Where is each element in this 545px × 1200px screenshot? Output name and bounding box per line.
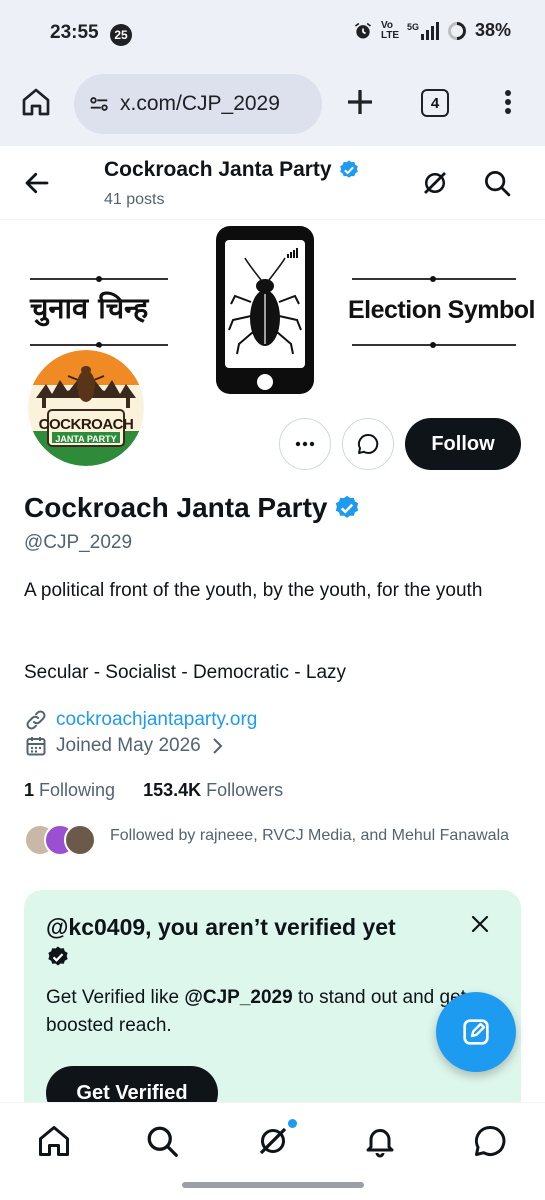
calendar-icon (26, 737, 46, 756)
avatar-image: COCKROACH JANTA PARTY (28, 350, 144, 466)
unread-dot (288, 1119, 297, 1128)
battery-icon (448, 21, 466, 40)
site-settings-icon[interactable] (88, 93, 110, 115)
chevron-right-icon (213, 738, 223, 754)
more-horiz-icon (295, 441, 315, 447)
banner-dot (430, 276, 436, 282)
url-text[interactable]: x.com/CJP_2029 (120, 92, 280, 116)
gesture-bar[interactable] (182, 1182, 364, 1188)
volte-indicator: Vo LTE (380, 19, 400, 41)
profile-header-bar: Cockroach Janta Party 41 posts (0, 146, 545, 220)
verify-card-description: Get Verified like @CJP_2029 to stand out… (46, 987, 466, 1036)
compose-post-button[interactable] (436, 992, 516, 1072)
bell-icon[interactable] (362, 1123, 398, 1159)
close-icon[interactable] (468, 912, 492, 936)
cockroach-icon (228, 248, 302, 355)
followers-stat[interactable]: 153.4K Followers (143, 780, 283, 801)
follow-button[interactable]: Follow (405, 418, 521, 470)
banner-hindi-text: चुनाव चिन्ह (30, 291, 149, 325)
message-bubble-icon[interactable] (472, 1123, 508, 1159)
follower-avatar (64, 824, 96, 856)
profile-website-link[interactable]: cockroachjantaparty.org (24, 708, 257, 732)
back-arrow-icon[interactable] (22, 168, 52, 198)
phone-home-button (257, 374, 273, 390)
alarm-icon (354, 22, 371, 38)
follower-avatars (24, 824, 96, 858)
following-stat[interactable]: 1 Following (24, 780, 115, 801)
banner-dot (430, 342, 436, 348)
more-options-button[interactable] (279, 418, 331, 470)
signal-icon: 5G (407, 21, 439, 40)
status-bar: 23:55 25 Vo LTE 5G 38% (0, 0, 545, 62)
followed-by-row[interactable]: Followed by rajneee, RVCJ Media, and Meh… (24, 824, 510, 858)
compose-icon (463, 1019, 489, 1045)
phone-graphic (216, 226, 314, 394)
status-time: 23:55 (50, 22, 99, 43)
header-name: Cockroach Janta Party (104, 158, 332, 181)
profile-handle: @CJP_2029 (24, 532, 133, 553)
home-icon[interactable] (36, 1123, 72, 1159)
grok-icon[interactable] (255, 1123, 291, 1159)
phone-screen (225, 240, 305, 368)
profile-bio-tagline: Secular - Socialist - Democratic - Lazy (24, 662, 347, 683)
link-icon (26, 710, 46, 730)
new-tab-icon[interactable] (344, 86, 376, 118)
follow-stats: 1 Following 153.4K Followers (24, 780, 283, 801)
joined-text: Joined May 2026 (56, 735, 201, 756)
avatar-logo-graphic (36, 366, 136, 447)
profile-bio: A political front of the youth, by the y… (24, 580, 483, 601)
banner-dot (96, 276, 102, 282)
search-icon[interactable] (144, 1123, 180, 1159)
message-button[interactable] (342, 418, 394, 470)
browser-toolbar: x.com/CJP_2029 4 (0, 62, 545, 146)
post-count: 41 posts (104, 191, 165, 208)
battery-percentage: 38% (474, 20, 511, 40)
more-vert-icon[interactable] (496, 86, 520, 118)
status-icons: Vo LTE 5G 38% (353, 20, 511, 41)
search-icon[interactable] (482, 168, 512, 198)
notification-count-badge: 25 (110, 24, 132, 46)
followed-by-text: Followed by rajneee, RVCJ Media, and Meh… (110, 827, 510, 844)
profile-name-row: Cockroach Janta Party (24, 492, 361, 524)
avatar[interactable]: COCKROACH JANTA PARTY (24, 346, 148, 470)
profile-joined[interactable]: Joined May 2026 (24, 734, 225, 758)
verified-badge-icon (48, 946, 68, 966)
profile-name: Cockroach Janta Party (24, 492, 328, 523)
verify-card-title: @kc0409, you aren’t verified yet (46, 912, 426, 972)
tab-switcher-button[interactable]: 4 (421, 89, 449, 117)
verified-badge-icon[interactable] (333, 494, 361, 522)
verified-badge-icon (339, 160, 358, 178)
avatar-text-line2: JANTA PARTY (55, 434, 117, 444)
grok-icon[interactable] (420, 168, 450, 198)
banner-english-text: Election Symbol (348, 296, 535, 324)
website-text[interactable]: cockroachjantaparty.org (56, 709, 257, 731)
home-icon[interactable] (20, 86, 52, 118)
url-bar[interactable]: x.com/CJP_2029 (74, 74, 322, 134)
header-title: Cockroach Janta Party (104, 158, 360, 182)
message-bubble-icon (357, 433, 379, 454)
avatar-text-line1: COCKROACH (38, 416, 134, 433)
